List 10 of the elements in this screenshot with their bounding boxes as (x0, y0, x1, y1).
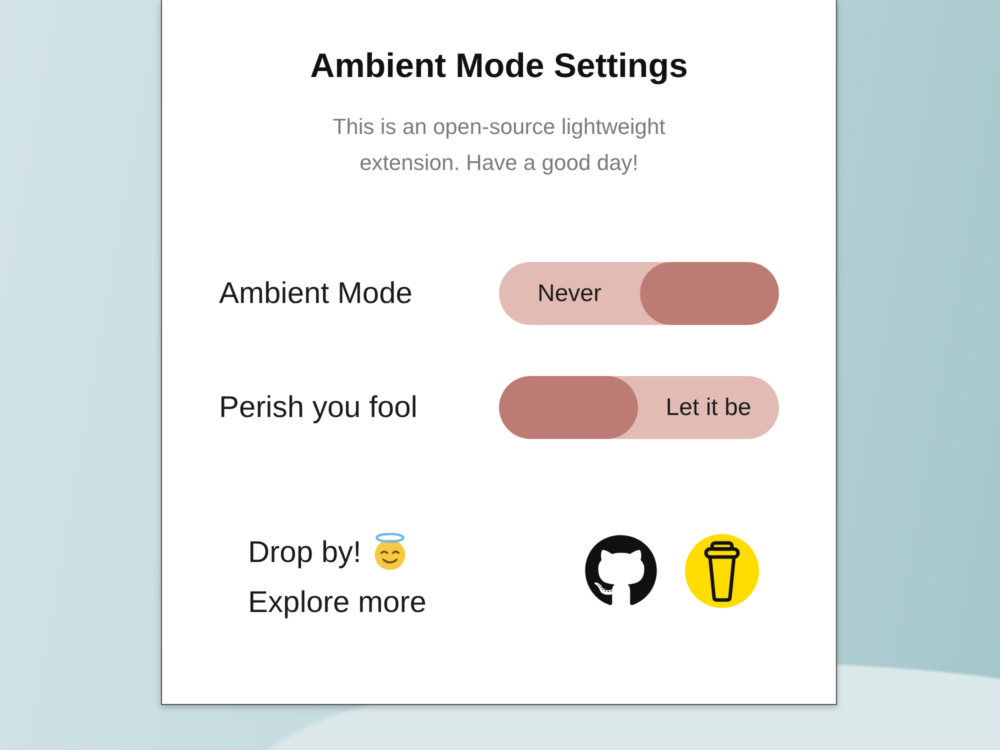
panel-title: Ambient Mode Settings (310, 46, 688, 86)
panel-description: This is an open-source lightweight extension. Have a good day! (332, 113, 666, 177)
github-icon[interactable] (584, 534, 658, 608)
setting-label: Perish you fool (219, 390, 418, 426)
footer-text: Drop by! (248, 534, 362, 570)
coffee-cup-icon[interactable] (685, 534, 759, 608)
footer-text: Explore more (248, 584, 426, 620)
setting-label: Ambient Mode (219, 276, 412, 312)
toggle-switch[interactable]: Let it be (499, 376, 779, 439)
toggle-switch[interactable]: Never (499, 262, 779, 325)
